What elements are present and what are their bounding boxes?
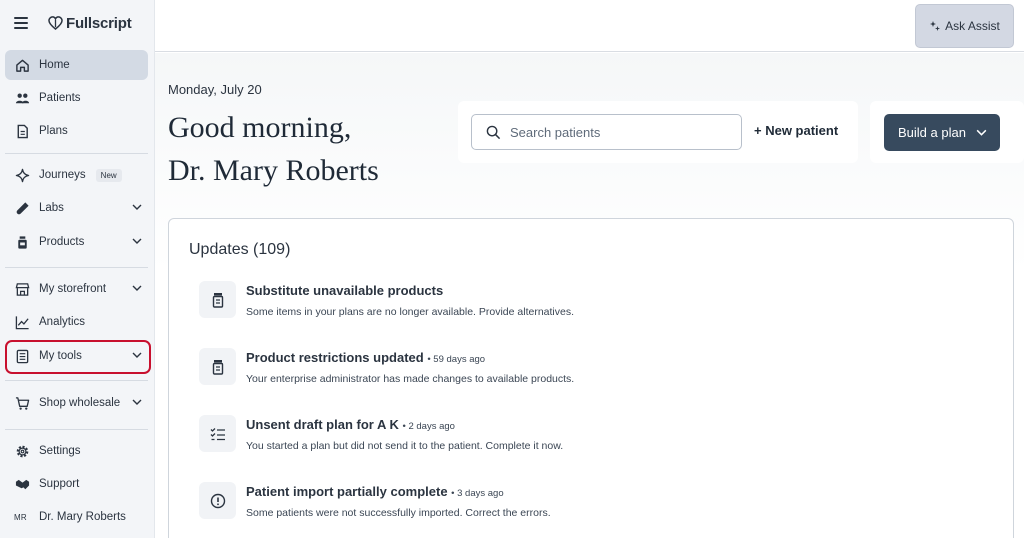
handshake-icon <box>14 476 30 492</box>
brand-bar: Fullscript <box>14 12 132 34</box>
test-tube-icon <box>14 200 30 216</box>
sidebar-item-patients[interactable]: Patients <box>5 83 148 113</box>
update-item[interactable]: Product restrictions updated • 59 days a… <box>199 348 979 398</box>
top-bar: Ask Assist <box>155 0 1024 52</box>
greeting-line-1: Good morning, <box>168 111 352 144</box>
sidebar-item-label: My storefront <box>39 283 107 295</box>
chevron-down-icon <box>976 129 987 136</box>
updates-title: Updates (109) <box>189 241 291 258</box>
update-timestamp: • 59 days ago <box>427 354 486 365</box>
sidebar-item-products[interactable]: Products <box>5 227 148 257</box>
sidebar-item-label: Plans <box>39 125 68 137</box>
sidebar-item-home[interactable]: Home <box>5 50 148 80</box>
main-content: Monday, July 20 Good morning, Dr. Mary R… <box>155 53 1024 538</box>
greeting-line-2: Dr. Mary Roberts <box>168 154 379 187</box>
sparkle-icon <box>14 167 30 183</box>
leaf-heart-icon <box>48 16 63 30</box>
update-title: Product restrictions updated • 59 days a… <box>246 350 485 365</box>
new-patient-button[interactable]: + New patient <box>754 123 838 138</box>
sidebar-divider <box>5 380 148 381</box>
update-item[interactable]: Patient import partially complete • 3 da… <box>199 482 979 532</box>
my-tools-highlight-box <box>5 340 151 374</box>
chevron-down-icon <box>132 285 142 291</box>
sidebar-item-analytics[interactable]: Analytics <box>5 307 148 337</box>
hamburger-menu-icon[interactable] <box>14 17 28 29</box>
sidebar-item-label: Support <box>39 478 80 490</box>
sidebar-item-label: Settings <box>39 445 81 457</box>
search-icon <box>486 125 501 139</box>
sidebar-item-settings[interactable]: Settings <box>5 436 148 466</box>
update-title: Substitute unavailable products <box>246 283 443 298</box>
chevron-down-icon <box>132 238 142 244</box>
store-icon <box>14 281 30 297</box>
sidebar-item-label: Analytics <box>39 316 86 328</box>
new-badge: New <box>95 168 122 182</box>
update-description: Your enterprise administrator has made c… <box>246 373 575 385</box>
update-title-text: Substitute unavailable products <box>246 283 444 298</box>
chart-line-icon <box>14 314 30 330</box>
brand-logo[interactable]: Fullscript <box>48 15 132 32</box>
sidebar-item-label: Products <box>39 236 85 248</box>
users-icon <box>14 90 30 106</box>
sidebar-item-my-storefront[interactable]: My storefront <box>5 274 148 304</box>
update-item[interactable]: Substitute unavailable products Some ite… <box>199 281 979 331</box>
build-plan-button[interactable]: Build a plan <box>884 114 1000 151</box>
alert-circle-icon <box>199 482 236 519</box>
gear-icon <box>14 443 30 459</box>
avatar: MR <box>14 512 27 522</box>
update-timestamp: • 2 days ago <box>402 421 455 432</box>
sparkle-icon <box>930 21 941 31</box>
update-title: Patient import partially complete • 3 da… <box>246 484 504 499</box>
brand-name: Fullscript <box>66 14 132 32</box>
chevron-down-icon <box>132 399 142 405</box>
update-description: Some items in your plans are no longer a… <box>246 306 575 318</box>
sidebar-item-support[interactable]: Support <box>5 469 148 499</box>
sidebar-divider <box>5 429 148 430</box>
search-placeholder: Search patients <box>510 124 601 140</box>
document-icon <box>14 123 30 139</box>
update-item[interactable]: Unsent draft plan for A K • 2 days ago Y… <box>199 415 979 465</box>
current-date: Monday, July 20 <box>168 82 262 97</box>
build-plan-card: Build a plan <box>870 101 1024 163</box>
cart-icon <box>14 395 30 411</box>
sidebar-divider <box>5 267 148 268</box>
updates-panel: Updates (109) Substitute unavailable pro… <box>168 218 1014 538</box>
sidebar-item-user-profile[interactable]: MR Dr. Mary Roberts <box>5 502 148 532</box>
bottle-icon <box>199 348 236 385</box>
chevron-down-icon <box>132 204 142 210</box>
sidebar-item-label: Journeys <box>39 169 86 181</box>
checklist-icon <box>199 415 236 452</box>
update-description: Some patients were not successfully impo… <box>246 507 551 519</box>
sidebar-item-label: Home <box>39 59 70 71</box>
home-icon <box>14 57 30 73</box>
sidebar-item-label: Shop wholesale <box>39 397 121 409</box>
sidebar-item-shop-wholesale[interactable]: Shop wholesale <box>5 388 148 418</box>
update-title-text: Product restrictions updated <box>246 350 424 365</box>
user-name: Dr. Mary Roberts <box>39 511 126 523</box>
update-description: You started a plan but did not send it t… <box>246 440 564 452</box>
update-title-text: Unsent draft plan for A K <box>246 417 399 432</box>
ask-assist-label: Ask Assist <box>945 19 1000 33</box>
patient-search-card: Search patients + New patient <box>458 101 858 163</box>
update-timestamp: • 3 days ago <box>451 488 504 499</box>
sidebar-item-labs[interactable]: Labs <box>5 193 148 223</box>
sidebar-item-label: Patients <box>39 92 81 104</box>
sidebar-item-plans[interactable]: Plans <box>5 116 148 146</box>
sidebar-item-journeys[interactable]: Journeys New <box>5 160 148 190</box>
sidebar-divider <box>5 153 148 154</box>
greeting-heading: Good morning, Dr. Mary Roberts <box>168 106 468 192</box>
update-title: Unsent draft plan for A K • 2 days ago <box>246 417 455 432</box>
search-input[interactable]: Search patients <box>471 114 742 150</box>
sidebar: Fullscript Home Patients Plans Journeys … <box>0 0 155 538</box>
sidebar-item-label: Labs <box>39 202 64 214</box>
bottle-icon <box>14 234 30 250</box>
bottle-icon <box>199 281 236 318</box>
build-plan-label: Build a plan <box>898 125 966 140</box>
update-title-text: Patient import partially complete <box>246 484 448 499</box>
ask-assist-button[interactable]: Ask Assist <box>915 4 1014 48</box>
